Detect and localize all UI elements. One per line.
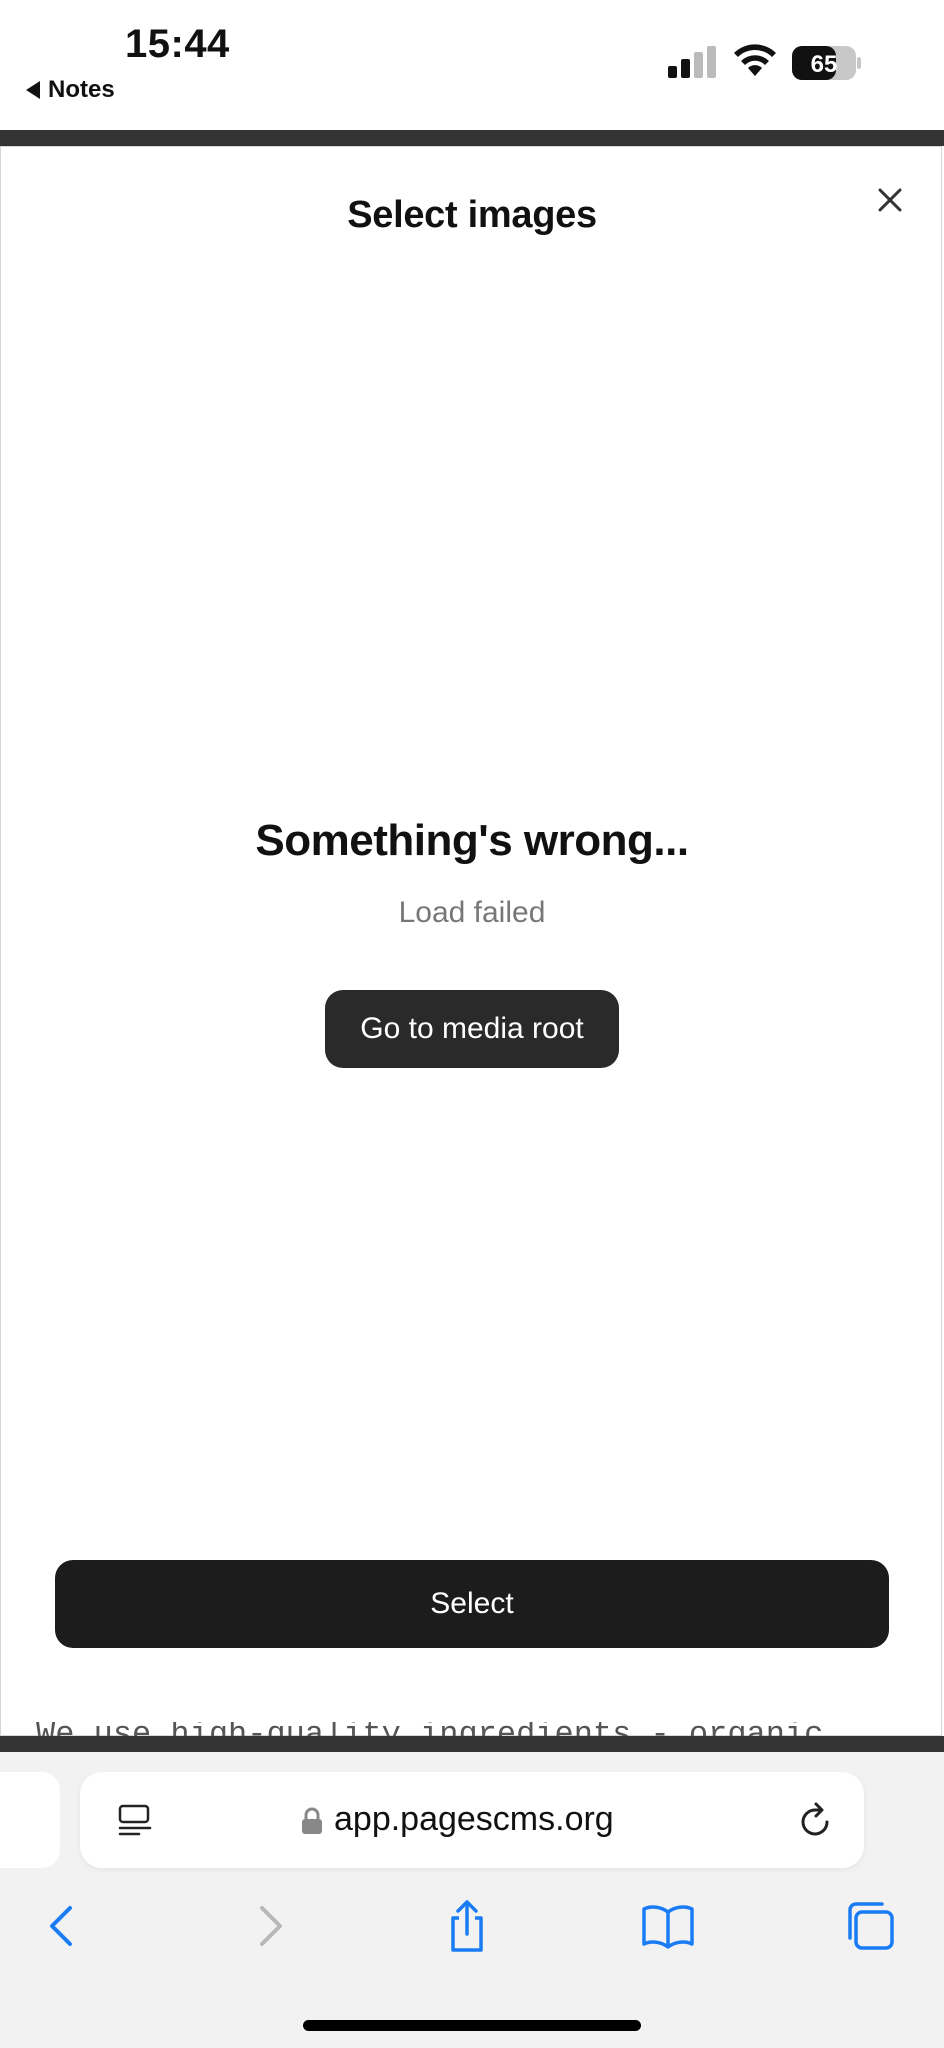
error-message: Load failed [398,896,546,929]
go-to-media-root-button[interactable]: Go to media root [325,990,619,1068]
home-indicator[interactable] [303,2020,641,2031]
back-to-app-link[interactable]: Notes [26,76,115,104]
back-to-app-label: Notes [48,76,115,103]
bookmarks-icon[interactable] [640,1898,696,1954]
wifi-icon [734,44,776,76]
reload-icon[interactable] [796,1800,834,1840]
background-page-edge-bottom [0,1736,944,1752]
lock-icon [302,1807,322,1834]
signal-icon [668,46,716,78]
forward-arrow-icon[interactable] [242,1898,298,1954]
battery-icon: 65 [792,46,861,80]
share-icon[interactable] [439,1898,495,1954]
select-images-modal [0,146,942,1736]
tabs-icon[interactable] [842,1898,898,1954]
modal-title: Select images [347,194,597,236]
status-time: 15:44 [125,22,230,66]
back-arrow-icon[interactable] [34,1898,90,1954]
previous-tab-preview[interactable] [0,1772,60,1868]
error-title: Something's wrong... [255,816,689,865]
reader-icon[interactable] [117,1803,153,1839]
select-button[interactable]: Select [55,1560,889,1648]
close-icon[interactable] [870,180,910,220]
background-page-edge [0,130,944,146]
back-triangle-icon [26,81,40,99]
address-url: app.pagescms.org [334,1800,614,1838]
battery-level: 65 [811,51,838,78]
